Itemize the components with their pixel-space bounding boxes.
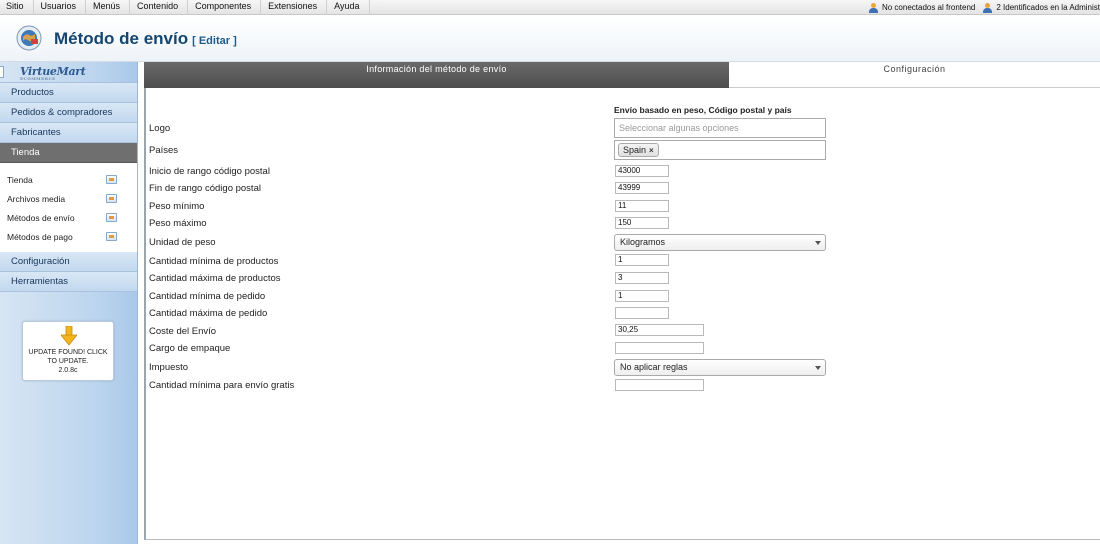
sidebar-item-pedidos[interactable]: Pedidos & compradores [0,103,137,123]
update-notice-text: UPDATE FOUND! CLICK TO UPDATE. [28,349,108,365]
field-label: Peso máximo [149,218,207,229]
sidebar-item-productos[interactable]: Productos [0,83,137,103]
packaging-label: Cargo de empaque [149,343,231,354]
free-shipping-input[interactable] [615,379,704,391]
weight-unit-label: Unidad de peso [149,237,216,248]
remove-chip-icon[interactable]: × [649,146,654,155]
country-chip-label: Spain [623,145,647,155]
user-icon [983,2,993,13]
max-products-input[interactable]: 3 [615,272,669,284]
admin-status-text: 2 Identificados en la Administ [996,3,1100,12]
weight-min-input[interactable]: 11 [615,200,669,212]
submenu-label: Métodos de envío [7,212,75,223]
media-icon [106,194,117,203]
page-title-text: Método de envío [54,29,189,48]
shipping-globe-icon [16,25,42,51]
submenu-item-tienda[interactable]: Tienda [0,170,137,189]
update-version: 2.0.8c [58,367,78,374]
field-label: Cantidad máxima de productos [149,273,281,284]
sidebar-item-tienda[interactable]: Tienda [0,143,137,163]
virtuemart-logo-text: VirtueMart ECOMMERCE [20,65,86,81]
field-label: Cantidad mínima de productos [149,256,279,267]
field-label: Inicio de rango código postal [149,166,270,177]
chevron-down-icon [815,241,821,245]
shipping-cost-label: Coste del Envío [149,326,217,337]
field-label: Fin de rango código postal [149,183,261,194]
tax-select[interactable]: No aplicar reglas [614,359,826,376]
tab-configuracion[interactable]: Configuración [729,62,1100,88]
sidebar-item-herramientas[interactable]: Herramientas [0,272,137,292]
menu-menus[interactable]: Menús [86,0,131,15]
field-label: Cantidad máxima de pedido [149,308,268,319]
top-menu: Sitio Usuarios Menús Contenido Component… [0,0,370,15]
store-icon [106,175,117,184]
user-icon [868,2,879,13]
status-area: No conectados al frontend 2 Identificado… [868,0,1100,15]
page-title: Método de envío[ Editar ] [54,29,237,49]
frontend-status: No conectados al frontend [868,2,976,13]
submenu-item-metodos-pago[interactable]: Métodos de pago [0,227,137,246]
weight-max-input[interactable]: 150 [615,217,669,229]
truck-icon [106,213,117,222]
tab-bar: Información del método de envío Configur… [144,62,1100,88]
weight-unit-value: Kilogramos [620,237,666,247]
submenu-label: Métodos de pago [7,231,73,242]
weight-unit-select[interactable]: Kilogramos [614,234,826,251]
sidebar-item-configuracion[interactable]: Configuración [0,252,137,272]
sidebar-submenu: Tienda Archivos media Métodos de envío M… [0,163,137,252]
sidebar-item-fabricantes[interactable]: Fabricantes [0,123,137,143]
submenu-item-metodos-envio[interactable]: Métodos de envío [0,208,137,227]
submenu-item-archivos-media[interactable]: Archivos media [0,189,137,208]
section-heading: Envío basado en peso, Código postal y pa… [614,105,792,115]
shipping-cost-input[interactable]: 30,25 [615,324,704,336]
field-label: Peso mínimo [149,201,205,212]
menu-componentes[interactable]: Componentes [188,0,262,15]
packaging-input[interactable] [615,342,704,354]
zip-end-input[interactable]: 43999 [615,182,669,194]
page-subtitle: [ Editar ] [192,35,237,47]
max-order-input[interactable] [615,307,669,319]
field-label: Cantidad mínima de pedido [149,291,266,302]
page-header: Método de envío[ Editar ] [0,16,1100,62]
menu-extensiones[interactable]: Extensiones [261,0,328,15]
menu-sitio[interactable]: Sitio [0,0,34,15]
submenu-label: Tienda [7,174,33,185]
update-notice[interactable]: UPDATE FOUND! CLICK TO UPDATE. 2.0.8c [22,321,114,381]
zip-start-input[interactable]: 43000 [615,165,669,177]
sidebar-toggle-handle[interactable] [0,66,4,78]
countries-label: Países [149,145,179,156]
sidebar: VirtueMart ECOMMERCE Productos Pedidos & … [0,62,138,544]
download-arrow-icon [61,326,77,346]
payment-icon [106,232,117,241]
country-chip: Spain × [618,143,659,157]
menu-usuarios[interactable]: Usuarios [34,0,87,15]
chevron-down-icon [815,366,821,370]
menu-contenido[interactable]: Contenido [130,0,189,15]
tab-info-metodo-envio[interactable]: Información del método de envío [144,62,729,88]
free-shipping-label: Cantidad mínima para envío gratis [149,380,295,391]
virtuemart-logo: VirtueMart ECOMMERCE [0,62,137,83]
tax-value: No aplicar reglas [620,362,688,372]
logo-label: Logo [149,123,171,134]
logo-select[interactable]: Seleccionar algunas opciones [614,118,826,138]
admin-status: 2 Identificados en la Administ [983,2,1100,13]
frontend-status-text: No conectados al frontend [881,3,976,12]
menu-ayuda[interactable]: Ayuda [327,0,370,15]
min-order-input[interactable]: 1 [615,290,669,302]
top-menu-bar: Sitio Usuarios Menús Contenido Component… [0,0,1100,15]
min-products-input[interactable]: 1 [615,254,669,266]
submenu-label: Archivos media [7,193,66,204]
tax-label: Impuesto [149,362,189,373]
